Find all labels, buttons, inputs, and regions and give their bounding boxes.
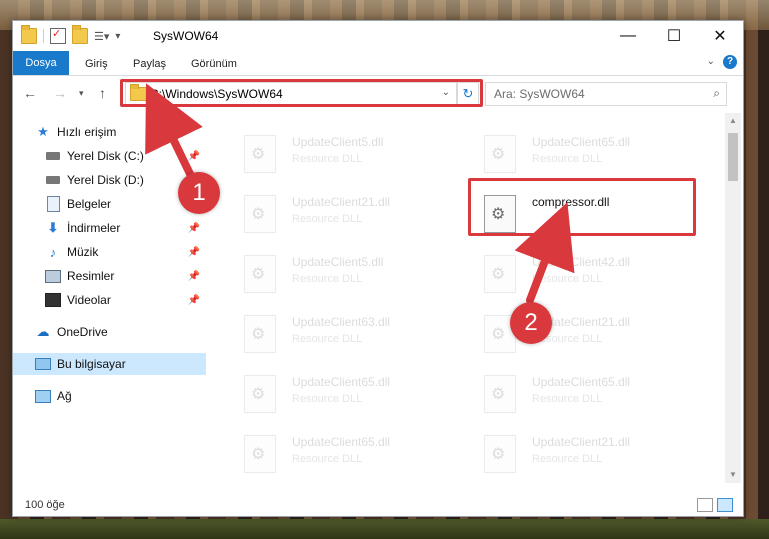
step-2-badge: 2 (510, 302, 552, 344)
arrow-1 (145, 83, 203, 182)
step-1-badge: 1 (178, 172, 220, 214)
annotation-arrows (145, 83, 575, 304)
arrow-2 (514, 202, 575, 304)
